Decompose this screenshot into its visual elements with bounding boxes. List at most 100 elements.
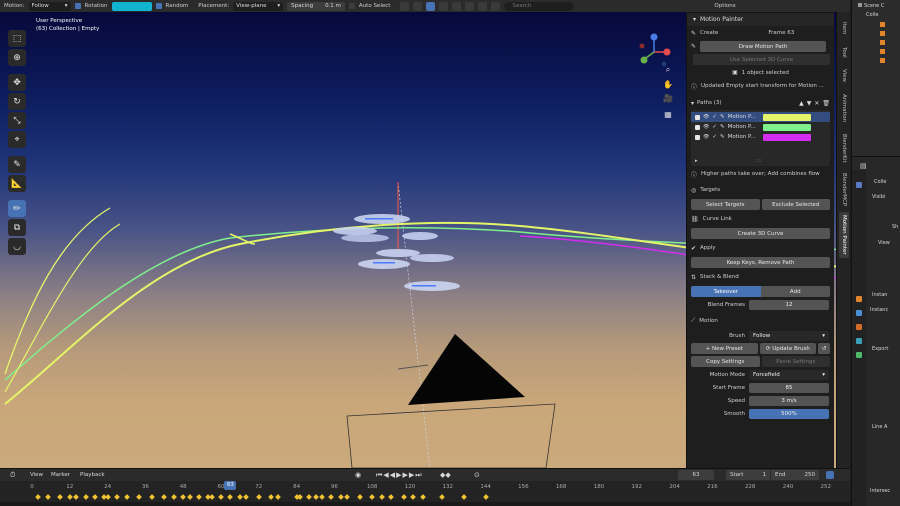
keyframe[interactable]: [44, 494, 51, 500]
motion-dropdown[interactable]: Follow ▾: [28, 1, 71, 11]
speed-field[interactable]: 3 m/s: [749, 395, 829, 406]
auto-key-icon[interactable]: ⊙: [474, 471, 480, 479]
eye-icon[interactable]: 👁: [703, 134, 709, 140]
keyframe[interactable]: [35, 494, 42, 500]
keyframe[interactable]: [161, 494, 168, 500]
solid-shading-icon[interactable]: [452, 1, 462, 11]
move-icon[interactable]: ✥: [8, 74, 26, 91]
current-frame-field[interactable]: 63: [678, 470, 714, 480]
camera-triangle[interactable]: [408, 334, 525, 405]
keyframe[interactable]: [268, 494, 275, 500]
keyframe[interactable]: [306, 494, 313, 500]
fish-2[interactable]: [333, 227, 377, 235]
object-icon[interactable]: [880, 58, 885, 63]
delete-icon[interactable]: 🗑: [822, 100, 830, 107]
eye-icon[interactable]: 👁: [703, 124, 709, 130]
takeover-button[interactable]: Takeover: [691, 286, 761, 297]
paths-header[interactable]: ▾ Paths (3) ▲ ▼ ✕ 🗑: [687, 96, 834, 110]
timeline[interactable]: 0 12 24 36 48 60 72 84 96 108 120 132 144 156 168 180 19…: [0, 481, 850, 506]
x-axis-icon[interactable]: [663, 48, 671, 56]
add-cube-icon[interactable]: ⧉: [8, 219, 26, 236]
rendered-shading-icon[interactable]: [478, 1, 488, 11]
motion-mode-dropdown[interactable]: Forcefield ▾: [749, 369, 829, 380]
keyframe[interactable]: [123, 494, 130, 500]
tab-tool-icon[interactable]: [856, 182, 862, 188]
playhead[interactable]: 63: [224, 481, 237, 490]
targets-header[interactable]: ◎ Targets: [687, 182, 834, 198]
reset-icon[interactable]: ↺: [818, 343, 830, 354]
keyframe[interactable]: [82, 494, 89, 500]
keyframe[interactable]: [66, 494, 73, 500]
view-menu[interactable]: View: [30, 472, 43, 478]
instancing-header[interactable]: Instan: [872, 292, 887, 298]
create-3d-curve-button[interactable]: Create 3D Curve: [691, 228, 830, 239]
check-icon[interactable]: ✓: [712, 114, 717, 120]
start-frame-field[interactable]: 85: [749, 382, 829, 393]
keyframe[interactable]: [274, 494, 281, 500]
list-grip-icon[interactable]: ::::: [755, 158, 762, 164]
pencil-icon[interactable]: ✎: [720, 114, 725, 120]
paste-settings-button[interactable]: Paste Settings: [761, 356, 830, 367]
brush-dropdown[interactable]: Follow ▾: [749, 330, 829, 341]
curve-icon[interactable]: ◡: [8, 238, 26, 255]
move-up-icon[interactable]: ▲: [799, 100, 804, 107]
keyframe[interactable]: [419, 494, 426, 500]
select-targets-button[interactable]: Select Targets: [691, 199, 760, 210]
grid-view-icon[interactable]: ▦: [662, 108, 674, 120]
remove-icon[interactable]: ✕: [814, 100, 819, 107]
object-icon[interactable]: [880, 22, 885, 27]
motion-header[interactable]: ⟋ Motion: [687, 313, 834, 329]
keyframe[interactable]: [73, 494, 79, 500]
keyframe[interactable]: [388, 494, 394, 500]
selectability-icon[interactable]: [413, 1, 423, 11]
keyframe[interactable]: [378, 494, 385, 500]
add-button[interactable]: Add: [760, 286, 830, 297]
tab-data-icon[interactable]: [856, 352, 862, 358]
xray-icon[interactable]: [439, 1, 449, 11]
keyframe[interactable]: [312, 494, 319, 500]
timeline-scrollbar[interactable]: [0, 502, 850, 506]
end-frame-field[interactable]: End 250: [771, 470, 819, 480]
exclude-selected-button[interactable]: Exclude Selected: [761, 199, 830, 210]
transform-icon[interactable]: ⌖: [8, 131, 26, 148]
y-axis-icon[interactable]: [640, 56, 648, 64]
check-icon[interactable]: ✓: [712, 134, 717, 140]
clock-icon[interactable]: ⏱: [10, 471, 15, 480]
tab-animation[interactable]: Animation: [839, 90, 849, 126]
annotate-icon[interactable]: ✎: [8, 156, 26, 173]
tab-physics-icon[interactable]: [856, 324, 862, 330]
tab-view[interactable]: View: [839, 66, 849, 86]
zoom-icon[interactable]: ⌕: [662, 64, 674, 76]
path-row[interactable]: 👁 ✓ ✎ Motion P...: [691, 132, 830, 142]
expand-list-icon[interactable]: ▸: [695, 158, 698, 164]
record-icon[interactable]: ◉: [355, 471, 361, 479]
export-header[interactable]: Export: [872, 346, 888, 352]
pan-hand-icon[interactable]: ✋: [662, 78, 674, 90]
path-enabled-checkbox[interactable]: [695, 124, 700, 130]
tab-object-icon[interactable]: [856, 296, 862, 302]
use-selected-curve-button[interactable]: Use Selected 3D Curve: [693, 54, 830, 65]
fish-school[interactable]: [333, 214, 460, 291]
keyframe[interactable]: [318, 494, 325, 500]
stack-blend-header[interactable]: ⇅ Stack & Blend: [687, 269, 834, 285]
line-art-header[interactable]: Line A: [872, 424, 887, 430]
marker-menu[interactable]: Marker: [51, 472, 70, 478]
keyframe[interactable]: [186, 494, 193, 500]
frame-ruler[interactable]: 0 12 24 36 48 60 72 84 96 108 120 132 144 156 168 180 19…: [0, 481, 850, 493]
path-color-swatch[interactable]: [762, 133, 811, 141]
rotate-icon[interactable]: ↻: [8, 93, 26, 110]
update-brush-button[interactable]: ⟳ Update Brush: [759, 343, 817, 354]
keyframe[interactable]: [170, 494, 177, 500]
keyframe[interactable]: [136, 494, 142, 500]
motion-paint-icon[interactable]: ✏: [8, 200, 26, 217]
random-checkbox[interactable]: [155, 3, 162, 9]
keyframe[interactable]: [243, 494, 250, 500]
spacing-field[interactable]: Spacing 0.1 m: [287, 1, 345, 11]
material-shading-icon[interactable]: [465, 1, 475, 11]
move-down-icon[interactable]: ▼: [807, 100, 812, 107]
keyframe[interactable]: [180, 494, 187, 500]
keyframe[interactable]: [208, 494, 215, 500]
new-preset-button[interactable]: + New Preset: [691, 343, 758, 354]
check-icon[interactable]: ✓: [712, 124, 717, 130]
keyframe-nav-icon[interactable]: ◆◆: [440, 471, 451, 479]
